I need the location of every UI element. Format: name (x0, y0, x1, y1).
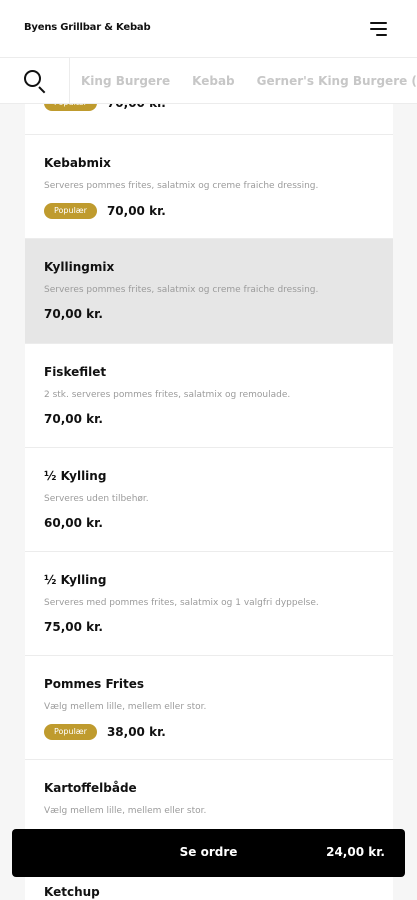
category-bar: King Burgere Kebab Gerner's King Burgere… (0, 58, 417, 104)
item-name: Pommes Frites (44, 677, 144, 691)
app-header: Byens Grillbar & Kebab (0, 0, 417, 58)
category-tab[interactable]: Kebab (192, 74, 235, 88)
view-order-button[interactable]: Se ordre 24,00 kr. (12, 829, 405, 877)
item-name: Ketchup (44, 885, 100, 899)
popular-badge: Populær (44, 203, 97, 219)
item-description: 2 stk. serveres pommes frites, salatmix … (44, 390, 291, 400)
item-name: Kartoffelbåde (44, 781, 137, 795)
item-description: Serveres med pommes frites, salatmix og … (44, 598, 319, 608)
item-price: 70,00 kr. (106, 204, 166, 218)
item-price: 70,00 kr. (44, 412, 103, 426)
item-description: Serveres uden tilbehør. (44, 494, 149, 504)
item-price: 60,00 kr. (44, 516, 103, 530)
category-tab[interactable]: King Burgere (81, 74, 170, 88)
menu-item-card[interactable]: Kyllingmix Serveres pommes frites, salat… (25, 239, 393, 344)
search-button[interactable] (0, 58, 70, 103)
menu-item-card[interactable]: Pommes Frites Vælg mellem lille, mellem … (25, 656, 393, 760)
hamburger-menu-icon[interactable] (370, 22, 387, 36)
restaurant-title: Byens Grillbar & Kebab (24, 22, 151, 33)
item-name: ½ Kylling (44, 573, 107, 587)
item-description: Serveres pommes frites, salatmix og crem… (44, 181, 319, 191)
popular-badge: Populær (44, 724, 97, 740)
item-name: Kyllingmix (44, 260, 115, 274)
item-price: 75,00 kr. (44, 620, 103, 634)
search-icon (24, 70, 41, 87)
item-name: ½ Kylling (44, 469, 107, 483)
menu-item-card[interactable]: Fiskefilet 2 stk. serveres pommes frites… (25, 344, 393, 448)
menu-item-card[interactable]: ½ Kylling Serveres med pommes frites, sa… (25, 552, 393, 656)
menu-item-card[interactable]: Kebabmix Serveres pommes frites, salatmi… (25, 135, 393, 239)
item-name: Kebabmix (44, 156, 111, 170)
menu-item-card[interactable]: ½ Kylling Serveres uden tilbehør. 60,00 … (25, 448, 393, 552)
item-price: 38,00 kr. (106, 725, 166, 739)
menu-item-list: Populær 70,00 kr. Kebabmix Serveres pomm… (25, 60, 393, 900)
category-tab[interactable]: Gerner's King Burgere (XXL M (257, 74, 417, 88)
item-description: Vælg mellem lille, mellem eller stor. (44, 806, 207, 816)
order-total: 24,00 kr. (326, 845, 385, 859)
item-price: 70,00 kr. (44, 307, 103, 321)
item-description: Serveres pommes frites, salatmix og crem… (44, 285, 319, 295)
item-description: Vælg mellem lille, mellem eller stor. (44, 702, 207, 712)
item-name: Fiskefilet (44, 365, 107, 379)
